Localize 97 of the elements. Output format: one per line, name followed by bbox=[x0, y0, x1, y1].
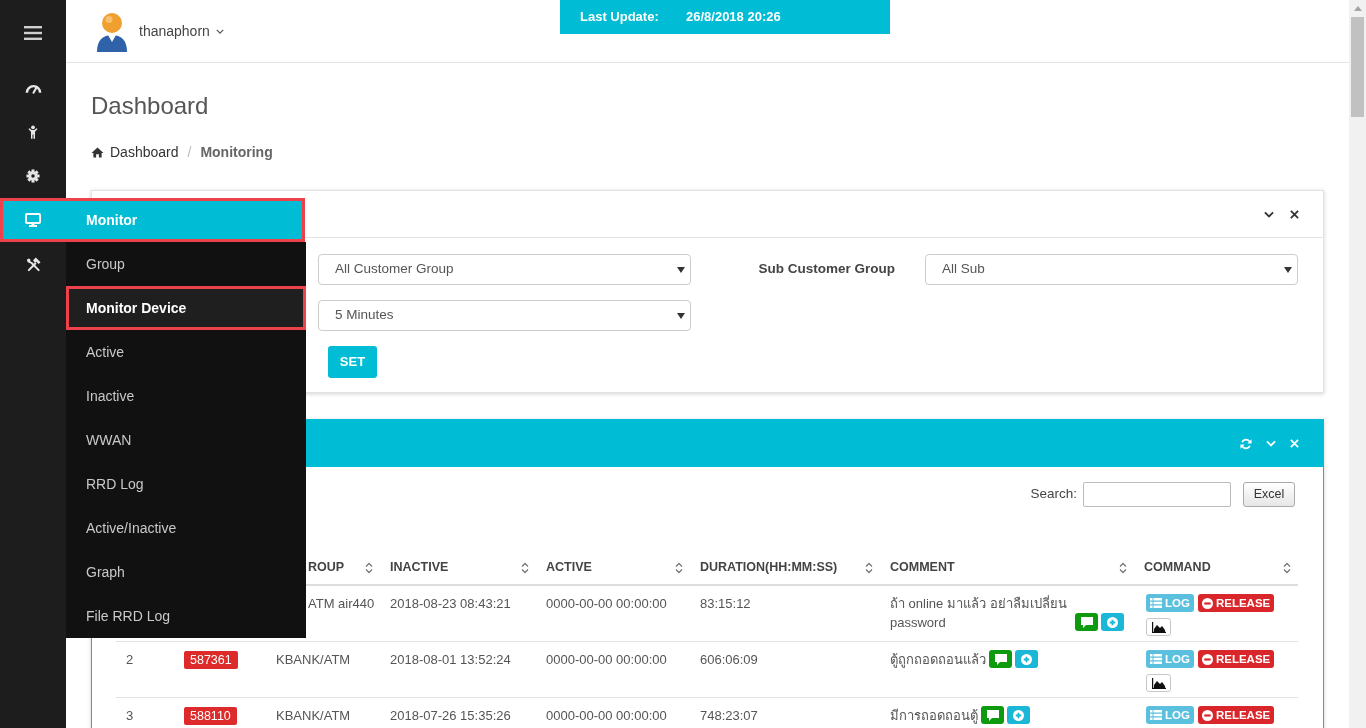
submenu-item[interactable]: RRD Log bbox=[66, 462, 306, 506]
list-icon bbox=[1150, 598, 1162, 608]
area-chart-icon bbox=[1151, 621, 1166, 633]
submenu-item[interactable]: Monitor Device bbox=[66, 286, 306, 330]
column-header[interactable]: COMMENT bbox=[890, 558, 1127, 577]
breadcrumb-current: Monitoring bbox=[200, 142, 273, 162]
dropdown-field[interactable]: All Sub bbox=[925, 254, 1298, 285]
speech-bubble-icon bbox=[986, 709, 999, 721]
column-header[interactable]: COMMAND bbox=[1144, 558, 1291, 577]
home-icon bbox=[91, 146, 104, 158]
field-label: Sub Customer Group bbox=[758, 261, 895, 277]
table-cell: 2018-08-01 13:52:24 bbox=[390, 652, 511, 667]
page-title: Dashboard bbox=[91, 91, 210, 121]
table-cell: 2018-08-23 08:43:21 bbox=[390, 596, 511, 611]
table-cell: 2 bbox=[126, 652, 134, 667]
table-cell: 3 bbox=[126, 708, 134, 723]
gauge-icon bbox=[24, 82, 42, 94]
id-badge: 588110 bbox=[184, 707, 237, 725]
list-icon bbox=[1150, 710, 1162, 720]
close-icon[interactable] bbox=[1290, 209, 1299, 219]
caret-icon bbox=[1284, 266, 1292, 273]
chevron-down-icon[interactable] bbox=[215, 28, 224, 34]
menu-icon[interactable] bbox=[24, 26, 42, 40]
table-cell: ATM air440 bbox=[308, 596, 375, 611]
comment-button[interactable] bbox=[989, 650, 1012, 668]
submenu-item[interactable]: Graph bbox=[66, 550, 306, 594]
table-cell: KBANK/ATM bbox=[276, 708, 351, 723]
release-button[interactable]: RELEASE bbox=[1197, 706, 1275, 724]
gear-icon bbox=[26, 169, 40, 183]
table-cell: 0000-00-00 00:00:00 bbox=[546, 596, 667, 611]
chevron-down-icon[interactable] bbox=[1264, 210, 1274, 218]
sort-icon bbox=[521, 561, 529, 574]
submenu-item[interactable]: File RRD Log bbox=[66, 594, 306, 638]
comment-text: ถ้า online มาแล้ว อย่าลืมเปลี่ยน password bbox=[890, 594, 1068, 632]
table-cell: 0000-00-00 00:00:00 bbox=[546, 652, 667, 667]
minus-circle-icon bbox=[1201, 653, 1213, 665]
monitor-icon bbox=[25, 213, 41, 227]
scrollbar[interactable] bbox=[1349, 0, 1366, 728]
column-header[interactable]: DURATION(HH:MM:SS) bbox=[700, 558, 873, 577]
area-chart-icon bbox=[1151, 677, 1166, 689]
breadcrumb-separator: / bbox=[187, 142, 192, 162]
last-update-value: 26/8/2018 20:26 bbox=[686, 8, 781, 27]
comment-button[interactable] bbox=[981, 706, 1004, 724]
submenu-item[interactable]: Inactive bbox=[66, 374, 306, 418]
search-field[interactable] bbox=[1083, 482, 1231, 507]
sort-icon bbox=[865, 561, 873, 574]
plus-icon bbox=[1021, 653, 1032, 665]
dropdown-field[interactable]: All Customer Group bbox=[318, 254, 691, 285]
minus-circle-icon bbox=[1201, 709, 1213, 721]
caret-icon bbox=[677, 266, 685, 273]
add-button[interactable] bbox=[1015, 650, 1038, 668]
submenu-item[interactable]: WWAN bbox=[66, 418, 306, 462]
scrollbar-thumb[interactable] bbox=[1351, 17, 1364, 117]
avatar-icon bbox=[95, 10, 129, 52]
column-header[interactable]: INACTIVE bbox=[390, 558, 529, 577]
excel-button[interactable]: Excel bbox=[1243, 482, 1295, 507]
submenu-item[interactable]: Active bbox=[66, 330, 306, 374]
add-button[interactable] bbox=[1007, 706, 1030, 724]
scroll-up-icon[interactable] bbox=[1353, 6, 1362, 11]
tools-icon bbox=[25, 256, 41, 272]
sort-icon bbox=[675, 561, 683, 574]
sort-icon bbox=[1119, 561, 1127, 574]
list-icon bbox=[1150, 654, 1162, 664]
speech-bubble-icon bbox=[1080, 616, 1093, 628]
table-cell: 2018-07-26 15:35:26 bbox=[390, 708, 511, 723]
comment-text: มีการถอดถอนตู้ bbox=[890, 707, 978, 725]
release-button[interactable]: RELEASE bbox=[1197, 650, 1275, 668]
refresh-icon[interactable] bbox=[1240, 437, 1252, 450]
table-cell: 606:06:09 bbox=[700, 652, 758, 667]
plus-icon bbox=[1107, 616, 1118, 628]
caret-icon bbox=[677, 312, 685, 319]
column-header[interactable]: ROUP bbox=[308, 558, 373, 577]
submenu-item[interactable]: Active/Inactive bbox=[66, 506, 306, 550]
graph-button[interactable] bbox=[1146, 618, 1171, 636]
user-name[interactable]: thanaphorn bbox=[139, 20, 210, 42]
dropdown-field[interactable]: 5 Minutes bbox=[318, 300, 691, 331]
person-icon bbox=[28, 125, 38, 139]
comment-text: ตู้ถูกถอดถอนแล้ว bbox=[890, 651, 986, 669]
release-button[interactable]: RELEASE bbox=[1197, 594, 1275, 612]
table-cell: KBANK/ATM bbox=[276, 652, 351, 667]
speech-bubble-icon bbox=[994, 653, 1007, 665]
column-header[interactable]: ACTIVE bbox=[546, 558, 683, 577]
sort-icon bbox=[1283, 561, 1291, 574]
table-cell: 748:23:07 bbox=[700, 708, 758, 723]
table-cell: 83:15:12 bbox=[700, 596, 751, 611]
comment-button[interactable] bbox=[1075, 613, 1098, 631]
sort-icon bbox=[365, 561, 373, 574]
graph-button[interactable] bbox=[1146, 674, 1171, 692]
submenu-item[interactable]: Group bbox=[66, 242, 306, 286]
search-label: Search: bbox=[1030, 485, 1077, 504]
table-cell: 0000-00-00 00:00:00 bbox=[546, 708, 667, 723]
plus-icon bbox=[1013, 709, 1024, 721]
breadcrumb-link[interactable]: Dashboard bbox=[110, 141, 179, 163]
id-badge: 587361 bbox=[184, 651, 238, 669]
last-update-label: Last Update: bbox=[580, 8, 660, 27]
add-button[interactable] bbox=[1101, 613, 1124, 631]
minus-circle-icon bbox=[1201, 597, 1213, 609]
